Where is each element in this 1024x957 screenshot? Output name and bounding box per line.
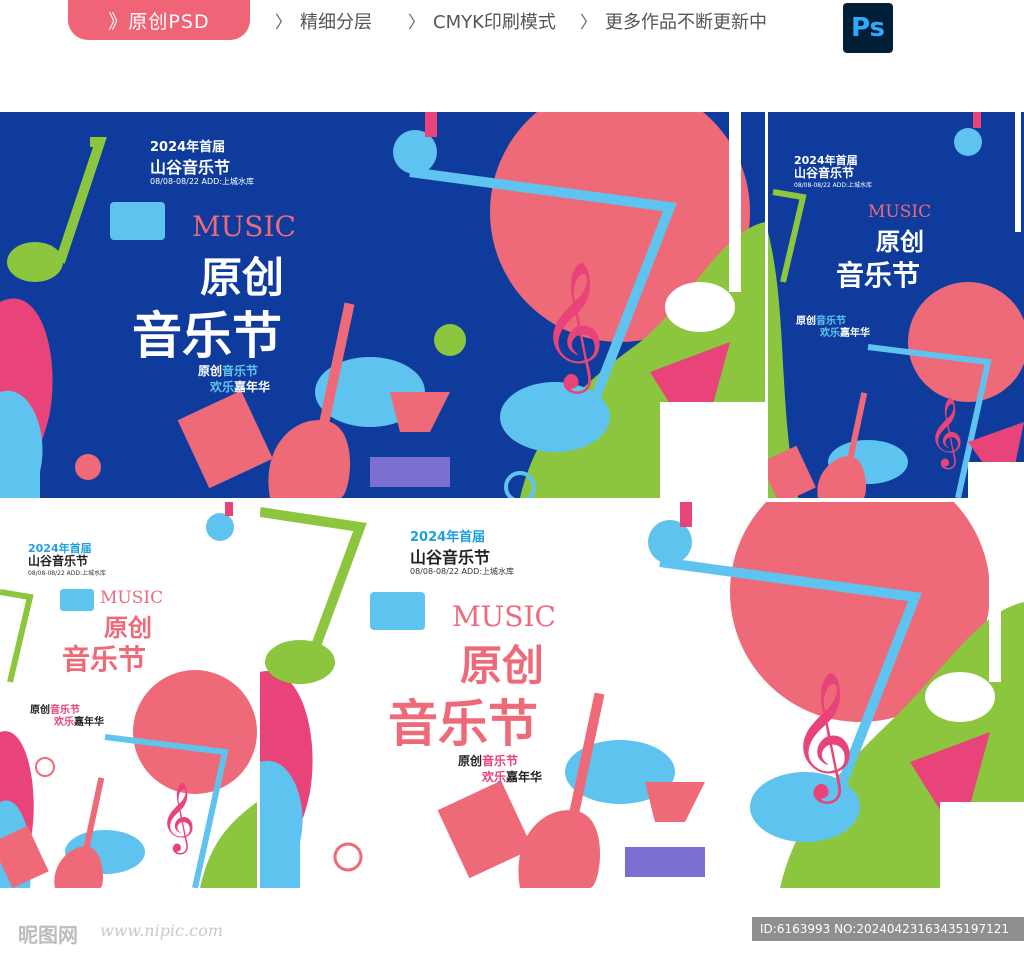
slogan-text: 嘉年华 xyxy=(840,328,870,339)
image-id-label: ID:6163993 NO:20240423163435197121 xyxy=(752,917,1024,941)
slogan-text: 原创 xyxy=(30,705,50,716)
poster-music-word: MUSIC xyxy=(100,588,164,608)
slogan-text: 原创 xyxy=(458,754,483,768)
poster-slogan-1: 原创音乐节 xyxy=(458,752,518,769)
slogan-highlight: 欢乐 xyxy=(210,380,235,394)
poster-title-2: 音乐节 xyxy=(62,643,147,676)
photoshop-icon: Ps xyxy=(843,3,893,53)
slogan-text: 嘉年华 xyxy=(74,717,104,728)
poster-artwork: 𝄞 xyxy=(0,112,765,498)
poster-music-word: MUSIC xyxy=(452,600,556,633)
poster-title-2: 音乐节 xyxy=(132,307,282,365)
poster-white-horizontal: 𝄞 2024年首届 山谷音乐节 08/08-08/22 ADD:上城水库 MUS… xyxy=(260,502,1024,888)
svg-text:𝄞: 𝄞 xyxy=(540,260,605,394)
svg-text:𝄞: 𝄞 xyxy=(160,782,195,854)
poster-music-word: MUSIC xyxy=(868,202,932,222)
poster-blue-vertical: 𝄞 2024年首届 山谷音乐节 08/08-08/22 ADD:上城水库 MUS… xyxy=(768,112,1024,498)
header-bar: 》原创PSD 〉精细分层 〉 CMYK印刷模式 〉更多作品不断更新中 Ps xyxy=(0,0,1024,53)
poster-festival-name: 山谷音乐节 xyxy=(28,554,89,568)
poster-slogan-2: 欢乐嘉年华 xyxy=(210,378,270,395)
slogan-highlight: 音乐节 xyxy=(482,754,519,768)
poster-title-2: 音乐节 xyxy=(836,259,921,292)
poster-date: 08/08-08/22 ADD:上城水库 xyxy=(28,570,107,577)
svg-text:𝄞: 𝄞 xyxy=(790,670,855,804)
poster-slogan-2: 欢乐嘉年华 xyxy=(482,768,542,785)
poster-year: 2024年首届 xyxy=(410,530,486,545)
slogan-text: 嘉年华 xyxy=(234,380,271,394)
slogan-highlight: 音乐节 xyxy=(222,364,259,378)
feature-label: CMYK印刷模式 xyxy=(433,12,556,33)
poster-date: 08/08-08/22 ADD:上城水库 xyxy=(794,182,873,189)
slogan-highlight: 欢乐 xyxy=(482,770,507,784)
poster-white-vertical: 𝄞 2024年首届 山谷音乐节 08/08-08/22 ADD:上城水库 MUS… xyxy=(0,502,257,888)
chevron-right-icon: 〉 xyxy=(275,13,292,33)
slogan-highlight: 欢乐 xyxy=(820,328,840,339)
poster-slogan-2: 欢乐嘉年华 xyxy=(54,713,104,728)
slogan-highlight: 欢乐 xyxy=(54,717,74,728)
poster-festival-name: 山谷音乐节 xyxy=(410,548,491,567)
poster-year: 2024年首届 xyxy=(150,140,226,155)
slogan-text: 原创 xyxy=(796,316,816,327)
poster-date: 08/08-08/22 ADD:上城水库 xyxy=(410,567,515,576)
poster-festival-name: 山谷音乐节 xyxy=(794,166,855,180)
original-psd-badge: 》原创PSD xyxy=(68,0,250,40)
feature-layers: 〉精细分层 xyxy=(275,8,372,34)
poster-slogan-1: 原创音乐节 xyxy=(198,362,258,379)
feature-cmyk: 〉 CMYK印刷模式 xyxy=(408,8,556,34)
poster-title-1: 原创 xyxy=(876,228,924,256)
poster-date: 08/08-08/22 ADD:上城水库 xyxy=(150,177,255,186)
watermark-url: www.nipic.com xyxy=(100,921,223,940)
feature-label: 精细分层 xyxy=(300,12,372,33)
feature-label: 更多作品不断更新中 xyxy=(605,12,767,33)
slogan-text: 嘉年华 xyxy=(506,770,543,784)
poster-artwork: 𝄞 xyxy=(260,502,1024,888)
slogan-text: 原创 xyxy=(198,364,223,378)
poster-festival-name: 山谷音乐节 xyxy=(150,158,231,177)
feature-more: 〉更多作品不断更新中 xyxy=(580,8,767,34)
poster-blue-horizontal: 𝄞 2024年首届 山谷音乐节 08/08-08/22 ADD:上城水库 MUS… xyxy=(0,112,765,498)
svg-text:𝄞: 𝄞 xyxy=(928,397,963,469)
poster-music-word: MUSIC xyxy=(192,210,296,243)
chevron-right-icon: 〉 xyxy=(408,13,425,33)
watermark-logo: 昵图网 xyxy=(18,923,78,947)
poster-title-2: 音乐节 xyxy=(388,695,538,753)
poster-slogan-2: 欢乐嘉年华 xyxy=(820,324,870,339)
chevron-right-icon: 〉 xyxy=(580,13,597,33)
